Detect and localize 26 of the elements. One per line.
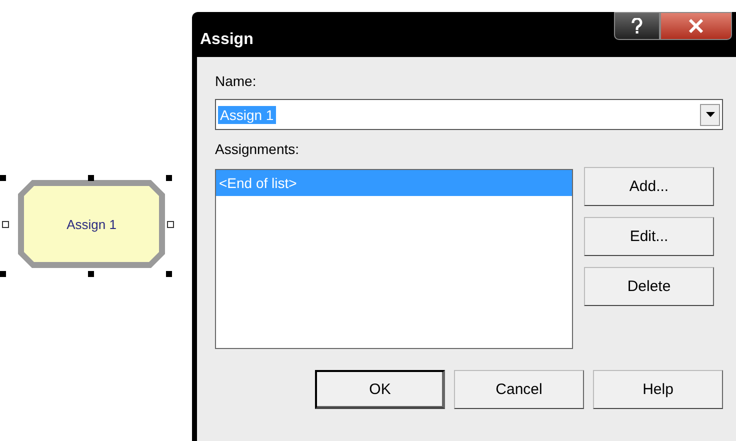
action-button[interactable]: Edit... (584, 217, 714, 256)
module-shape[interactable]: Assign 1 (18, 180, 165, 268)
assignments-label: Assignments: (215, 141, 300, 157)
selection-handle[interactable] (166, 271, 172, 277)
action-button[interactable]: Add... (584, 167, 714, 206)
close-icon (688, 19, 704, 33)
exit-port-icon (167, 221, 174, 228)
entry-port-icon (2, 221, 9, 228)
window-title: Assign (200, 30, 254, 48)
dialog-button[interactable]: OK (315, 370, 445, 409)
selection-handle[interactable] (88, 271, 94, 277)
caret-icon (706, 112, 714, 117)
selection-handle[interactable] (166, 175, 172, 181)
action-button[interactable]: Delete (584, 267, 714, 306)
selection-handle[interactable] (0, 271, 6, 277)
selection-handle[interactable] (0, 175, 6, 181)
question-icon (631, 18, 643, 34)
dialog-button[interactable]: Cancel (454, 370, 584, 409)
dialog-button[interactable]: Help (593, 370, 723, 409)
selection-handle[interactable] (88, 175, 94, 181)
name-label: Name: (215, 73, 258, 89)
name-value: Assign 1 (218, 106, 276, 124)
module-label: Assign 1 (66, 216, 116, 232)
dropdown-button[interactable] (700, 104, 720, 126)
help-button[interactable] (614, 12, 660, 40)
close-button[interactable] (660, 12, 732, 40)
